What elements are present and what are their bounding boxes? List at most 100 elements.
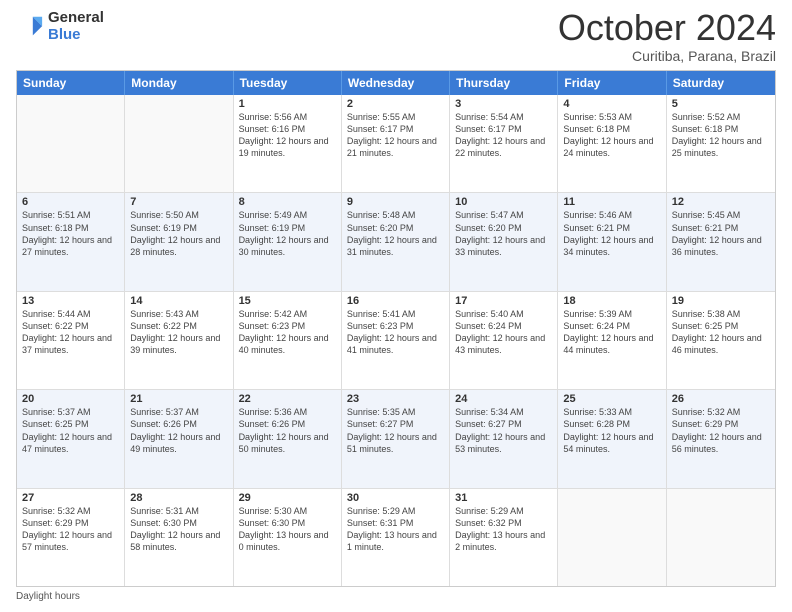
calendar-cell: 18Sunrise: 5:39 AM Sunset: 6:24 PM Dayli… xyxy=(558,292,666,389)
day-header-monday: Monday xyxy=(125,71,233,95)
calendar-cell: 15Sunrise: 5:42 AM Sunset: 6:23 PM Dayli… xyxy=(234,292,342,389)
calendar-cell: 26Sunrise: 5:32 AM Sunset: 6:29 PM Dayli… xyxy=(667,390,775,487)
cell-info: Sunrise: 5:29 AM Sunset: 6:31 PM Dayligh… xyxy=(347,505,444,554)
cell-info: Sunrise: 5:51 AM Sunset: 6:18 PM Dayligh… xyxy=(22,209,119,258)
calendar-body: 1Sunrise: 5:56 AM Sunset: 6:16 PM Daylig… xyxy=(17,95,775,586)
cell-info: Sunrise: 5:32 AM Sunset: 6:29 PM Dayligh… xyxy=(672,406,770,455)
cell-info: Sunrise: 5:41 AM Sunset: 6:23 PM Dayligh… xyxy=(347,308,444,357)
cell-info: Sunrise: 5:46 AM Sunset: 6:21 PM Dayligh… xyxy=(563,209,660,258)
calendar-cell: 9Sunrise: 5:48 AM Sunset: 6:20 PM Daylig… xyxy=(342,193,450,290)
day-number: 27 xyxy=(22,492,119,504)
cell-info: Sunrise: 5:37 AM Sunset: 6:26 PM Dayligh… xyxy=(130,406,227,455)
day-number: 4 xyxy=(563,98,660,110)
day-number: 11 xyxy=(563,196,660,208)
calendar-cell xyxy=(558,489,666,586)
cell-info: Sunrise: 5:34 AM Sunset: 6:27 PM Dayligh… xyxy=(455,406,552,455)
calendar-cell: 7Sunrise: 5:50 AM Sunset: 6:19 PM Daylig… xyxy=(125,193,233,290)
calendar-cell: 6Sunrise: 5:51 AM Sunset: 6:18 PM Daylig… xyxy=(17,193,125,290)
calendar-cell xyxy=(667,489,775,586)
calendar-cell: 17Sunrise: 5:40 AM Sunset: 6:24 PM Dayli… xyxy=(450,292,558,389)
cell-info: Sunrise: 5:32 AM Sunset: 6:29 PM Dayligh… xyxy=(22,505,119,554)
calendar-cell: 14Sunrise: 5:43 AM Sunset: 6:22 PM Dayli… xyxy=(125,292,233,389)
day-number: 12 xyxy=(672,196,770,208)
calendar-cell: 20Sunrise: 5:37 AM Sunset: 6:25 PM Dayli… xyxy=(17,390,125,487)
day-header-friday: Friday xyxy=(558,71,666,95)
cell-info: Sunrise: 5:43 AM Sunset: 6:22 PM Dayligh… xyxy=(130,308,227,357)
cell-info: Sunrise: 5:40 AM Sunset: 6:24 PM Dayligh… xyxy=(455,308,552,357)
cell-info: Sunrise: 5:39 AM Sunset: 6:24 PM Dayligh… xyxy=(563,308,660,357)
calendar-cell: 5Sunrise: 5:52 AM Sunset: 6:18 PM Daylig… xyxy=(667,95,775,192)
month-title: October 2024 xyxy=(558,10,776,46)
cell-info: Sunrise: 5:30 AM Sunset: 6:30 PM Dayligh… xyxy=(239,505,336,554)
logo-icon xyxy=(16,13,44,41)
day-number: 20 xyxy=(22,393,119,405)
calendar: SundayMondayTuesdayWednesdayThursdayFrid… xyxy=(16,70,776,587)
day-number: 7 xyxy=(130,196,227,208)
cell-info: Sunrise: 5:48 AM Sunset: 6:20 PM Dayligh… xyxy=(347,209,444,258)
cell-info: Sunrise: 5:54 AM Sunset: 6:17 PM Dayligh… xyxy=(455,111,552,160)
cell-info: Sunrise: 5:42 AM Sunset: 6:23 PM Dayligh… xyxy=(239,308,336,357)
cell-info: Sunrise: 5:49 AM Sunset: 6:19 PM Dayligh… xyxy=(239,209,336,258)
calendar-cell: 27Sunrise: 5:32 AM Sunset: 6:29 PM Dayli… xyxy=(17,489,125,586)
day-number: 14 xyxy=(130,295,227,307)
day-number: 18 xyxy=(563,295,660,307)
day-number: 21 xyxy=(130,393,227,405)
calendar-cell: 11Sunrise: 5:46 AM Sunset: 6:21 PM Dayli… xyxy=(558,193,666,290)
calendar-cell: 23Sunrise: 5:35 AM Sunset: 6:27 PM Dayli… xyxy=(342,390,450,487)
day-number: 15 xyxy=(239,295,336,307)
logo-text: General Blue xyxy=(48,10,104,43)
calendar-row-1: 1Sunrise: 5:56 AM Sunset: 6:16 PM Daylig… xyxy=(17,95,775,192)
day-number: 13 xyxy=(22,295,119,307)
calendar-cell: 2Sunrise: 5:55 AM Sunset: 6:17 PM Daylig… xyxy=(342,95,450,192)
location: Curitiba, Parana, Brazil xyxy=(558,48,776,64)
day-number: 10 xyxy=(455,196,552,208)
day-number: 5 xyxy=(672,98,770,110)
day-number: 2 xyxy=(347,98,444,110)
calendar-cell: 29Sunrise: 5:30 AM Sunset: 6:30 PM Dayli… xyxy=(234,489,342,586)
cell-info: Sunrise: 5:44 AM Sunset: 6:22 PM Dayligh… xyxy=(22,308,119,357)
day-number: 29 xyxy=(239,492,336,504)
day-header-thursday: Thursday xyxy=(450,71,558,95)
calendar-cell: 12Sunrise: 5:45 AM Sunset: 6:21 PM Dayli… xyxy=(667,193,775,290)
cell-info: Sunrise: 5:38 AM Sunset: 6:25 PM Dayligh… xyxy=(672,308,770,357)
calendar-row-5: 27Sunrise: 5:32 AM Sunset: 6:29 PM Dayli… xyxy=(17,488,775,586)
day-header-sunday: Sunday xyxy=(17,71,125,95)
day-number: 24 xyxy=(455,393,552,405)
day-number: 8 xyxy=(239,196,336,208)
day-number: 3 xyxy=(455,98,552,110)
day-number: 19 xyxy=(672,295,770,307)
calendar-cell: 4Sunrise: 5:53 AM Sunset: 6:18 PM Daylig… xyxy=(558,95,666,192)
cell-info: Sunrise: 5:53 AM Sunset: 6:18 PM Dayligh… xyxy=(563,111,660,160)
day-header-tuesday: Tuesday xyxy=(234,71,342,95)
day-number: 25 xyxy=(563,393,660,405)
calendar-cell: 21Sunrise: 5:37 AM Sunset: 6:26 PM Dayli… xyxy=(125,390,233,487)
cell-info: Sunrise: 5:33 AM Sunset: 6:28 PM Dayligh… xyxy=(563,406,660,455)
cell-info: Sunrise: 5:56 AM Sunset: 6:16 PM Dayligh… xyxy=(239,111,336,160)
calendar-cell: 28Sunrise: 5:31 AM Sunset: 6:30 PM Dayli… xyxy=(125,489,233,586)
cell-info: Sunrise: 5:55 AM Sunset: 6:17 PM Dayligh… xyxy=(347,111,444,160)
calendar-cell xyxy=(125,95,233,192)
day-number: 1 xyxy=(239,98,336,110)
calendar-row-2: 6Sunrise: 5:51 AM Sunset: 6:18 PM Daylig… xyxy=(17,192,775,290)
footer-note: Daylight hours xyxy=(16,591,776,602)
cell-info: Sunrise: 5:35 AM Sunset: 6:27 PM Dayligh… xyxy=(347,406,444,455)
cell-info: Sunrise: 5:50 AM Sunset: 6:19 PM Dayligh… xyxy=(130,209,227,258)
title-block: October 2024 Curitiba, Parana, Brazil xyxy=(558,10,776,64)
calendar-cell: 3Sunrise: 5:54 AM Sunset: 6:17 PM Daylig… xyxy=(450,95,558,192)
cell-info: Sunrise: 5:45 AM Sunset: 6:21 PM Dayligh… xyxy=(672,209,770,258)
day-number: 23 xyxy=(347,393,444,405)
calendar-cell xyxy=(17,95,125,192)
calendar-cell: 30Sunrise: 5:29 AM Sunset: 6:31 PM Dayli… xyxy=(342,489,450,586)
cell-info: Sunrise: 5:29 AM Sunset: 6:32 PM Dayligh… xyxy=(455,505,552,554)
calendar-cell: 16Sunrise: 5:41 AM Sunset: 6:23 PM Dayli… xyxy=(342,292,450,389)
calendar-cell: 8Sunrise: 5:49 AM Sunset: 6:19 PM Daylig… xyxy=(234,193,342,290)
calendar-cell: 13Sunrise: 5:44 AM Sunset: 6:22 PM Dayli… xyxy=(17,292,125,389)
calendar-cell: 31Sunrise: 5:29 AM Sunset: 6:32 PM Dayli… xyxy=(450,489,558,586)
day-number: 6 xyxy=(22,196,119,208)
logo: General Blue xyxy=(16,10,104,43)
cell-info: Sunrise: 5:52 AM Sunset: 6:18 PM Dayligh… xyxy=(672,111,770,160)
cell-info: Sunrise: 5:31 AM Sunset: 6:30 PM Dayligh… xyxy=(130,505,227,554)
calendar-cell: 24Sunrise: 5:34 AM Sunset: 6:27 PM Dayli… xyxy=(450,390,558,487)
cell-info: Sunrise: 5:36 AM Sunset: 6:26 PM Dayligh… xyxy=(239,406,336,455)
calendar-cell: 1Sunrise: 5:56 AM Sunset: 6:16 PM Daylig… xyxy=(234,95,342,192)
